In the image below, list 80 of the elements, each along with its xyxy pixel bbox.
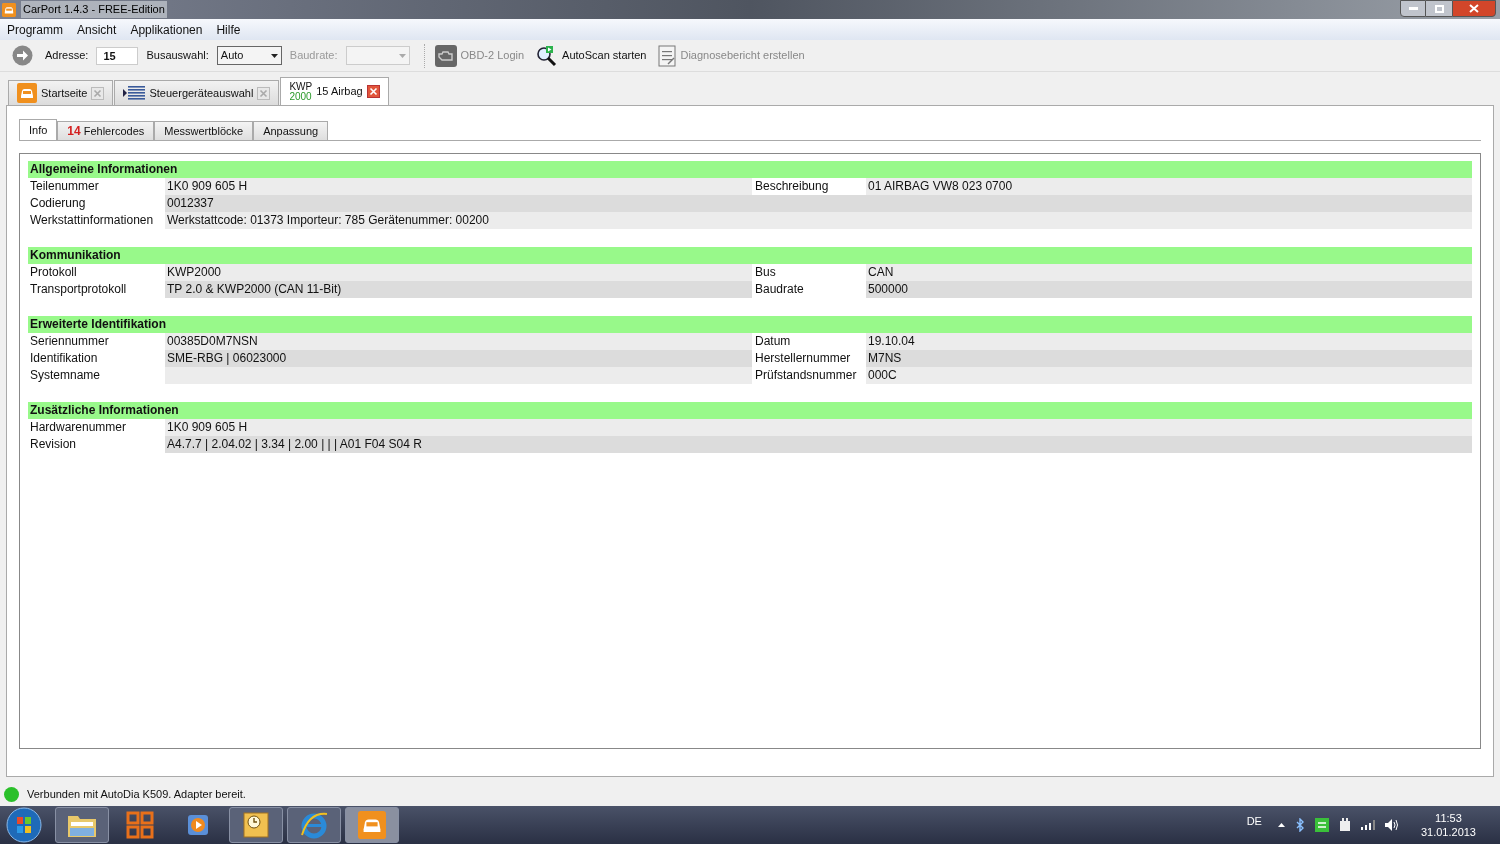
subtab-label: Fehlercodes: [83, 123, 145, 139]
tab-label: 15 Airbag: [316, 84, 363, 100]
close-icon[interactable]: [366, 85, 380, 98]
caret-icon: [270, 53, 278, 58]
taskbar-app[interactable]: [345, 807, 399, 843]
power-icon[interactable]: [1338, 818, 1351, 832]
field-value: TP 2.0 & KWP2000 (CAN 11-Bit): [165, 281, 752, 298]
menu-item[interactable]: Ansicht: [70, 20, 124, 39]
car-icon: [17, 83, 37, 103]
section-header: Zusätzliche Informationen: [28, 402, 1472, 419]
field-value: 1K0 909 605 H: [165, 178, 752, 195]
taskbar-app[interactable]: [287, 807, 341, 843]
taskbar-app[interactable]: [55, 807, 109, 843]
bluetooth-icon[interactable]: [1294, 818, 1305, 832]
field-value: 500000: [866, 281, 1472, 298]
language-indicator[interactable]: DE: [1246, 812, 1262, 830]
window-title: CarPort 1.4.3 - FREE-Edition: [21, 1, 167, 18]
clock-time[interactable]: 11:53: [1435, 811, 1462, 825]
field-value: 0012337: [165, 195, 752, 212]
volume-icon[interactable]: [1384, 819, 1399, 831]
magnifier-icon: [536, 44, 559, 67]
menu-item[interactable]: Hilfe: [209, 20, 248, 39]
tab[interactable]: Startseite: [8, 80, 114, 106]
bus-dropdown[interactable]: Auto: [216, 46, 282, 65]
menu-item[interactable]: Applikationen: [123, 20, 210, 39]
subtab[interactable]: Anpassung: [253, 121, 329, 141]
field-value: 19.10.04: [866, 333, 1472, 350]
toolbar-button[interactable]: AutoScan starten: [536, 44, 647, 67]
clock-icon: [243, 812, 269, 838]
protocol-label: KWP: [289, 81, 313, 92]
subtab-label: Messwertblöcke: [164, 123, 244, 139]
tab-label: Steuergeräteauswahl: [149, 85, 254, 101]
field-value: 01 AIRBAG VW8 023 0700: [866, 178, 1472, 195]
field-value: CAN: [866, 264, 1472, 281]
menu-item[interactable]: Programm: [0, 20, 70, 39]
status-text: Verbunden mit AutoDia K509. Adapter bereit.: [27, 786, 246, 802]
tab[interactable]: Steuergeräteauswahl: [114, 80, 280, 106]
field-value: 1K0 909 605 H: [165, 419, 752, 436]
forward-icon[interactable]: [12, 45, 33, 66]
field-value: SME-RBG | 06023000: [165, 350, 752, 367]
office-icon: [126, 811, 154, 839]
maximize-button[interactable]: [1426, 0, 1452, 17]
subtab[interactable]: 14 Fehlercodes: [57, 121, 155, 141]
section-header: Erweiterte Identifikation: [28, 316, 1472, 333]
clock-date[interactable]: 31.01.2013: [1420, 825, 1476, 839]
section-header: Allgemeine Informationen: [28, 161, 1472, 178]
bus-label: Busauswahl:: [146, 48, 209, 64]
document-icon: [658, 44, 677, 67]
subtab[interactable]: Info: [19, 119, 58, 141]
address-field[interactable]: 15: [96, 46, 139, 65]
browser-icon: [299, 810, 329, 840]
close-button[interactable]: [1452, 0, 1496, 17]
tab-label: Startseite: [41, 85, 88, 101]
close-icon: [1469, 4, 1479, 13]
caret-icon: [398, 53, 406, 58]
signal-icon[interactable]: [1360, 820, 1375, 830]
field-value: A4.7.7 | 2.04.02 | 3.34 | 2.00 | | | A01 F04 S04 R: [165, 436, 752, 453]
field-value: 000C: [866, 367, 1472, 384]
error-count: 14: [67, 123, 81, 140]
start-button[interactable]: [6, 807, 42, 843]
baud-label: Baudrate:: [289, 48, 338, 64]
app-icon: [2, 2, 16, 17]
field-value: Werkstattcode: 01373 Importeur: 785 Gerätenummer: 00200: [165, 212, 752, 229]
network-sync-icon[interactable]: [1314, 818, 1329, 832]
address-label: Adresse:: [45, 48, 89, 64]
field-value: M7NS: [866, 350, 1472, 367]
caret-icon[interactable]: [1277, 823, 1285, 827]
minimize-button[interactable]: [1400, 0, 1426, 17]
subtab-label: Info: [29, 122, 48, 138]
field-value: KWP2000: [165, 264, 752, 281]
subtab-label: Anpassung: [263, 123, 319, 139]
engine-icon: [434, 44, 457, 67]
subtab[interactable]: Messwertblöcke: [154, 121, 254, 141]
field-value: 00385D0M7NSN: [165, 333, 752, 350]
section-header: Kommunikation: [28, 247, 1472, 264]
protocol-version: 2000: [289, 91, 313, 102]
media-player-icon: [186, 813, 210, 837]
taskbar-app[interactable]: [229, 807, 283, 843]
list-icon: [123, 86, 146, 100]
car-icon: [358, 811, 386, 839]
